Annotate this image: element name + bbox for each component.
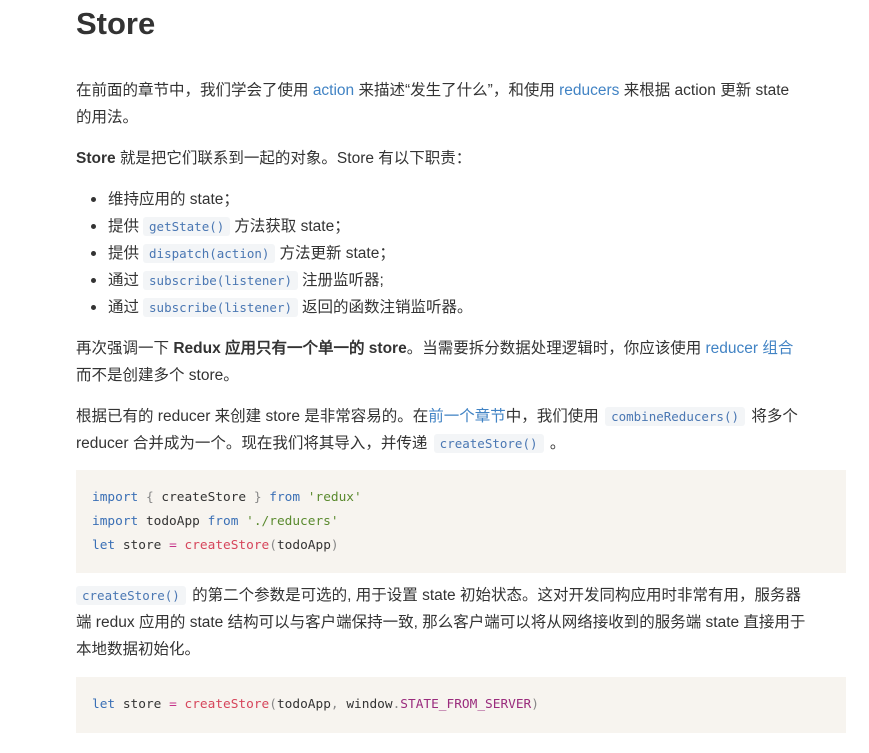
text: 来根据 action 更新 state — [619, 82, 790, 99]
identifier: window — [346, 697, 393, 712]
identifier: todoApp — [276, 538, 331, 553]
text: 本地数据初始化。 — [76, 641, 201, 658]
list-item-text: 注册监听器; — [302, 272, 384, 289]
identifier: store — [115, 538, 170, 553]
list-item-text: 方法获取 state； — [234, 218, 350, 235]
subscribe-code: subscribe(listener) — [143, 271, 299, 290]
store-definition-paragraph: Store 就是把它们联系到一起的对象。Store 有以下职责： — [76, 145, 471, 172]
function-name: createStore — [184, 697, 270, 712]
text: 在前面的章节中，我们学会了使用 — [76, 82, 313, 99]
punct: ) — [330, 538, 339, 553]
text: 根据已有的 reducer 来创建 store 是非常容易的。在 — [76, 408, 429, 425]
punct: ( — [269, 538, 277, 553]
dispatch-code: dispatch(action) — [143, 244, 276, 263]
single-store-paragraph: 再次强调一下 Redux 应用只有一个单一的 store。当需要拆分数据处理逻辑… — [76, 335, 846, 389]
keyword: from — [207, 514, 239, 529]
text: 的用法。 — [76, 109, 139, 126]
text: 而不是创建多个 store。 — [76, 367, 239, 384]
subscribe-code: subscribe(listener) — [143, 298, 299, 317]
list-item: 提供 getState() 方法获取 state； — [76, 213, 473, 240]
intro-paragraph: 在前面的章节中，我们学会了使用 action 来描述“发生了什么”，和使用 re… — [76, 77, 846, 131]
text: 。 — [545, 435, 566, 452]
text: 就是把它们联系到一起的对象。Store 有以下职责： — [115, 150, 472, 167]
identifier: createStore — [161, 490, 247, 505]
operator: = — [169, 697, 177, 712]
keyword: let — [92, 697, 116, 712]
code-line: let store = createStore(todoApp) — [92, 538, 339, 553]
list-item-text: 提供 — [108, 218, 140, 235]
createstore-code: createStore() — [76, 586, 186, 605]
list-item-text: 维持应用的 state； — [108, 191, 239, 208]
text: 来描述“发生了什么”，和使用 — [354, 82, 560, 99]
code-line: import todoApp from './reducers' — [92, 514, 339, 529]
text: 端 redux 应用的 state 结构可以与客户端保持一致, 那么客户端可以将… — [76, 614, 806, 631]
store-responsibilities-list: 维持应用的 state； 提供 getState() 方法获取 state； 提供 d… — [76, 186, 473, 321]
list-item-text: 提供 — [108, 245, 140, 262]
keyword: let — [92, 538, 116, 553]
reducer-composition-link[interactable]: reducer 组合 — [706, 340, 794, 357]
list-item-text: 通过 — [108, 272, 140, 289]
keyword: import — [92, 514, 139, 529]
reducers-link[interactable]: reducers — [559, 82, 619, 99]
list-item: 通过 subscribe(listener) 注册监听器; — [76, 267, 473, 294]
store-bold: Store — [76, 150, 116, 167]
operator: = — [169, 538, 177, 553]
list-item: 通过 subscribe(listener) 返回的函数注销监听器。 — [76, 294, 473, 321]
text: 的第二个参数是可选的, 用于设置 state 初始状态。这对开发同构应用时非常有… — [187, 587, 801, 604]
single-store-bold: Redux 应用只有一个单一的 store — [173, 340, 407, 357]
code-line: let store = createStore(todoApp, window.… — [92, 697, 539, 712]
list-item-text: 通过 — [108, 299, 140, 316]
create-store-paragraph: 根据已有的 reducer 来创建 store 是非常容易的。在前一个章节中，我… — [76, 403, 846, 457]
function-name: createStore — [184, 538, 270, 553]
previous-chapter-link[interactable]: 前一个章节 — [428, 408, 506, 425]
punct: , — [330, 697, 347, 712]
action-link[interactable]: action — [313, 82, 354, 99]
initial-state-paragraph: createStore() 的第二个参数是可选的, 用于设置 state 初始状… — [76, 582, 851, 663]
text: 将多个 — [747, 408, 798, 425]
text: reducer 合并成为一个。现在我们将其导入，并传递 — [76, 435, 432, 452]
list-item-text: 返回的函数注销监听器。 — [302, 299, 473, 316]
text: 。当需要拆分数据处理逻辑时，你应该使用 — [406, 340, 706, 357]
keyword: import — [92, 490, 139, 505]
keyword: from — [269, 490, 301, 505]
page-title: Store — [76, 6, 156, 41]
identifier: todoApp — [276, 697, 331, 712]
punct: ) — [531, 697, 539, 712]
string: './reducers' — [246, 514, 339, 529]
list-item: 维持应用的 state； — [76, 186, 473, 213]
punct: ( — [269, 697, 277, 712]
text: 再次强调一下 — [76, 340, 174, 357]
list-item: 提供 dispatch(action) 方法更新 state； — [76, 240, 473, 267]
list-item-text: 方法更新 state； — [279, 245, 395, 262]
getstate-code: getState() — [143, 217, 231, 236]
combinereducers-code: combineReducers() — [605, 407, 746, 426]
identifier: store — [115, 697, 170, 712]
text: 中，我们使用 — [505, 408, 604, 425]
identifier: todoApp — [138, 514, 208, 529]
createstore-code: createStore() — [433, 434, 544, 453]
punct: { — [138, 490, 162, 505]
punct: } — [246, 490, 270, 505]
code-line: import { createStore } from 'redux' — [92, 490, 362, 505]
constant: STATE_FROM_SERVER — [400, 697, 532, 712]
code-block-create-store: import { createStore } from 'redux' impo… — [76, 470, 846, 573]
code-block-server-state: let store = createStore(todoApp, window.… — [76, 677, 846, 733]
string: 'redux' — [307, 490, 362, 505]
